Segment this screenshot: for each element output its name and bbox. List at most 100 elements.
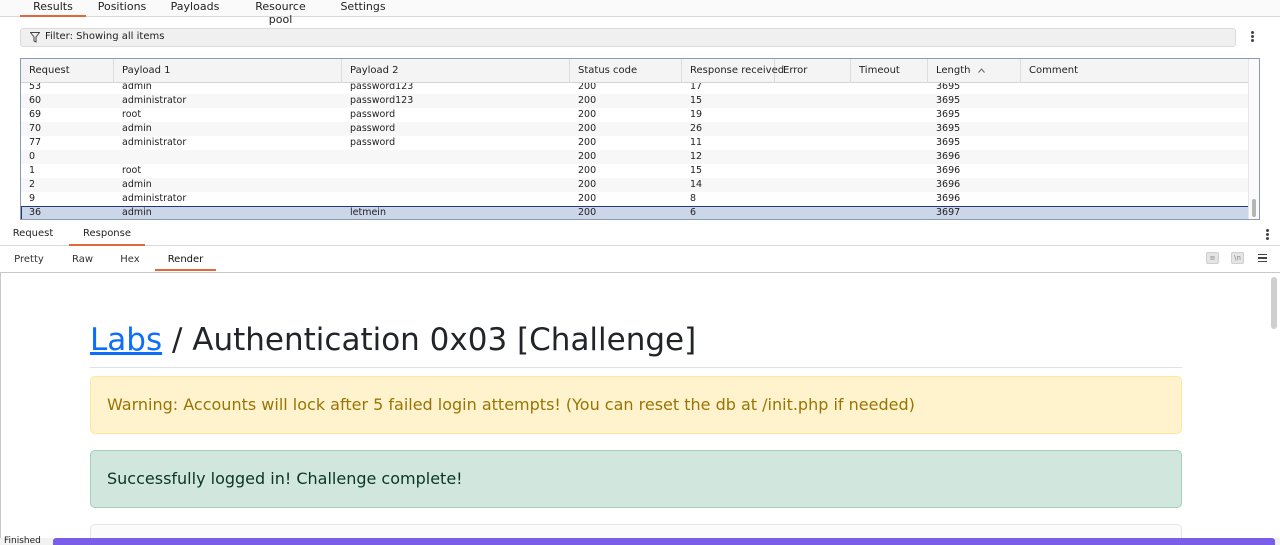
cell-length: 3695 [936, 137, 961, 148]
render-scrollbar-thumb[interactable] [1271, 277, 1277, 329]
column-header-response-received[interactable]: Response received [682, 59, 784, 83]
status-text: Finished [4, 536, 41, 545]
column-header-payload-2[interactable]: Payload 2 [342, 59, 570, 83]
table-row[interactable]: 77 administrator password 200 11 3695 [21, 136, 1249, 150]
table-scrollbar[interactable] [1248, 59, 1259, 219]
cell-response-received: 26 [690, 123, 703, 134]
cell-payload-1: admin [122, 123, 152, 134]
tab-payloads[interactable]: Payloads [168, 0, 222, 17]
cell-error [775, 164, 783, 178]
table-row[interactable]: 69 root password 200 19 3695 [21, 108, 1249, 122]
cell-request: 9 [29, 193, 36, 204]
cell-comment [1021, 108, 1029, 122]
cell-response-received: 15 [690, 165, 703, 176]
cell-status-code: 200 [578, 193, 597, 204]
cell-timeout [851, 150, 859, 164]
table-row[interactable]: 0 200 12 3696 [21, 150, 1249, 164]
table-scrollbar-thumb[interactable] [1252, 199, 1256, 217]
cell-error [775, 192, 783, 206]
cell-timeout [851, 178, 859, 192]
cell-length: 3696 [936, 179, 961, 190]
login-card [90, 524, 1182, 538]
table-row[interactable]: 2 admin 200 14 3696 [21, 178, 1249, 192]
cell-payload-2 [342, 178, 350, 192]
tab-resource-pool[interactable]: Resource pool [243, 0, 318, 26]
results-table: Request Payload 1 Payload 2 Status code … [20, 58, 1260, 220]
success-alert: Successfully logged in! Challenge comple… [90, 450, 1182, 508]
cell-status-code: 200 [578, 151, 597, 162]
column-header-length[interactable]: Length [928, 59, 1021, 83]
cell-payload-2 [342, 192, 350, 206]
top-tab-bar: Results Positions Payloads Resource pool… [0, 0, 1280, 26]
cell-payload-1: root [122, 165, 142, 176]
tab-pretty[interactable]: Pretty [10, 250, 48, 271]
cell-comment [1021, 178, 1029, 192]
tab-hex[interactable]: Hex [113, 250, 147, 271]
column-header-request[interactable]: Request [21, 59, 114, 83]
cell-timeout [851, 108, 859, 122]
cell-length: 3697 [936, 207, 961, 218]
table-row[interactable]: 9 administrator 200 8 3696 [21, 192, 1249, 206]
wrap-lines-icon[interactable]: ≡ [1206, 252, 1219, 264]
tab-results[interactable]: Results [20, 0, 86, 17]
column-header-comment[interactable]: Comment [1021, 59, 1249, 83]
cell-error [775, 94, 783, 108]
progress-bar [53, 538, 1275, 545]
sort-ascending-icon [977, 67, 985, 73]
warning-alert: Warning: Accounts will lock after 5 fail… [90, 376, 1182, 434]
cell-status-code: 200 [578, 165, 597, 176]
cell-status-code: 200 [578, 95, 597, 106]
cell-length: 3695 [936, 109, 961, 120]
cell-comment [1021, 150, 1029, 164]
cell-status-code: 200 [578, 207, 597, 218]
cell-error [775, 122, 783, 136]
cell-status-code: 200 [578, 109, 597, 120]
cell-response-received: 15 [690, 95, 703, 106]
table-row[interactable]: 1 root 200 15 3696 [21, 164, 1249, 178]
cell-comment [1021, 83, 1029, 94]
newline-icon[interactable]: \n [1231, 252, 1244, 264]
tab-raw[interactable]: Raw [66, 250, 99, 271]
cell-payload-1: administrator [122, 95, 187, 106]
cell-error [775, 150, 783, 164]
tab-response[interactable]: Response [69, 224, 145, 246]
column-header-timeout[interactable]: Timeout [851, 59, 928, 83]
column-header-payload-1[interactable]: Payload 1 [114, 59, 342, 83]
cell-length: 3696 [936, 193, 961, 204]
tab-request[interactable]: Request [10, 224, 56, 246]
filter-bar[interactable]: Filter: Showing all items [20, 28, 1236, 47]
cell-timeout [851, 206, 859, 219]
cell-status-code: 200 [578, 137, 597, 148]
filter-label: Filter: Showing all items [45, 31, 165, 42]
cell-comment [1021, 94, 1029, 108]
cell-timeout [851, 136, 859, 150]
filter-menu-icon[interactable] [1251, 31, 1255, 44]
column-header-error[interactable]: Error [775, 59, 851, 83]
tab-positions[interactable]: Positions [96, 0, 148, 17]
cell-response-received: 19 [690, 109, 703, 120]
cell-payload-1: admin [122, 83, 152, 92]
table-row[interactable]: 53 admin password123 200 17 3695 [21, 83, 1249, 94]
table-row[interactable]: 60 administrator password123 200 15 3695 [21, 94, 1249, 108]
cell-payload-1: administrator [122, 137, 187, 148]
cell-payload-1: administrator [122, 193, 187, 204]
cell-payload-2 [342, 150, 350, 164]
table-row[interactable]: 36 admin letmein 200 6 3697 [21, 206, 1249, 219]
cell-request: 53 [29, 83, 42, 92]
cell-response-received: 6 [690, 207, 697, 218]
cell-response-received: 11 [690, 137, 703, 148]
cell-length: 3696 [936, 151, 961, 162]
view-options-icon[interactable] [1258, 254, 1267, 263]
cell-timeout [851, 164, 859, 178]
tab-render[interactable]: Render [155, 250, 216, 271]
cell-request: 60 [29, 95, 42, 106]
message-menu-icon[interactable] [1266, 229, 1270, 242]
cell-error [775, 108, 783, 122]
column-header-status-code[interactable]: Status code [570, 59, 682, 83]
table-row[interactable]: 70 admin password 200 26 3695 [21, 122, 1249, 136]
tab-settings[interactable]: Settings [338, 0, 388, 17]
cell-timeout [851, 83, 859, 94]
cell-timeout [851, 122, 859, 136]
cell-request: 70 [29, 123, 42, 134]
labs-link[interactable]: Labs [90, 322, 162, 358]
